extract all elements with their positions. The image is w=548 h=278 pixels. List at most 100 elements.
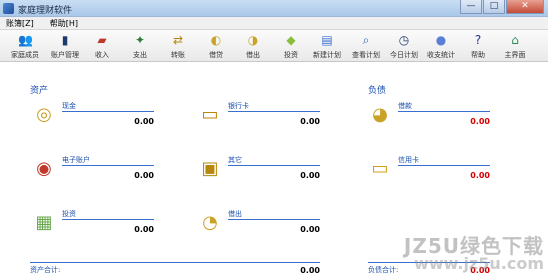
watermark-line2: www.jz5u.com [414, 254, 544, 273]
asset-item[interactable]: ◎ 现金 0.00 [32, 101, 154, 141]
toolbar-button-label: 收入 [95, 51, 109, 59]
toolbar-button-label: 转账 [171, 51, 185, 59]
liability-item-name: 信用卡 [398, 156, 419, 164]
asset-item-name: 投资 [62, 210, 76, 218]
app-icon [3, 3, 14, 14]
assets-heading: 资产 [30, 86, 49, 96]
asset-item-name: 借出 [228, 210, 242, 218]
toolbar-button-3[interactable]: ✦ 支出 [120, 31, 160, 61]
asset-item-name: 其它 [228, 156, 242, 164]
asset-item-name: 电子账户 [62, 156, 90, 164]
toolbar-button-label: 借贷 [209, 51, 223, 59]
toolbar-button-label: 新建计划 [313, 51, 341, 59]
toolbar-button-6[interactable]: ◑ 借出 [233, 31, 273, 61]
asset-item[interactable]: ◔ 借出 0.00 [198, 209, 320, 249]
toolbar-button-13[interactable]: ⌂ 主界面 [495, 31, 535, 61]
toolbar-button-8[interactable]: ▤ 新建计划 [307, 31, 347, 61]
window-controls: — □ ✕ [459, 0, 544, 16]
toolbar-button-label: 投资 [284, 51, 298, 59]
toolbar-button-11[interactable]: ● 收支统计 [421, 31, 461, 61]
liability-item[interactable]: ◕ 借款 0.00 [368, 101, 490, 141]
investment-cash-icon: ▦ [35, 212, 53, 233]
toolbar-button-9[interactable]: ⌕ 查看计划 [346, 31, 386, 61]
toolbar-button-label: 查看计划 [352, 51, 380, 59]
menu-bar: 账簿[Z] 帮助[H] [0, 17, 548, 30]
asset-item-amount: 0.00 [300, 171, 320, 180]
asset-item[interactable]: ◉ 电子账户 0.00 [32, 155, 154, 195]
invest-icon: ◆ [286, 33, 296, 47]
assets-total-line [30, 262, 320, 263]
toolbar-button-4[interactable]: ⇄ 转账 [158, 31, 198, 61]
home-icon: ⌂ [511, 33, 519, 47]
asset-item-underline [62, 111, 154, 112]
asset-item-underline [62, 219, 154, 220]
transfer-icon: ⇄ [172, 33, 184, 47]
liability-item-amount: 0.00 [470, 171, 490, 180]
new-plan-icon: ▤ [321, 33, 333, 47]
asset-item[interactable]: ▦ 投资 0.00 [32, 209, 154, 249]
family-icon: 👥 [18, 33, 33, 47]
menu-help[interactable]: 帮助[H] [50, 18, 78, 29]
statistics-icon: ● [435, 33, 447, 47]
liability-item-underline [398, 111, 490, 112]
asset-item-amount: 0.00 [134, 171, 154, 180]
credit-card-icon: ▭ [371, 158, 389, 179]
minimize-button[interactable]: — [460, 0, 482, 14]
asset-item-underline [62, 165, 154, 166]
toolbar-button-0[interactable]: 👥 家庭成员 [5, 31, 45, 61]
liability-item[interactable]: ▭ 信用卡 0.00 [368, 155, 490, 195]
liability-item-amount: 0.00 [470, 117, 490, 126]
asset-item-amount: 0.00 [134, 225, 154, 234]
toolbar-button-label: 家庭成员 [11, 51, 39, 59]
asset-item-underline [228, 165, 320, 166]
bank-card-icon: ▭ [201, 104, 219, 125]
toolbar-button-label: 收支统计 [427, 51, 455, 59]
assets-total-label: 资产合计: [30, 266, 61, 274]
toolbar-button-label: 今日计划 [390, 51, 418, 59]
title-bar: 家庭理财软件 — □ ✕ [0, 0, 548, 17]
liabilities-heading: 负债 [368, 86, 387, 96]
asset-item-name: 现金 [62, 102, 76, 110]
toolbar-button-label: 帮助 [471, 51, 485, 59]
asset-item-underline [228, 219, 320, 220]
view-plan-icon: ⌕ [362, 33, 370, 47]
close-button[interactable]: ✕ [506, 0, 544, 14]
help-icon: ? [474, 33, 482, 47]
main-panel: 资产 负债 ◎ 现金 0.00 ▭ 银行卡 0.00 ◉ 电子账户 0.00 ▣ 其它 0.00 ▦ 投资… [0, 63, 548, 278]
asset-item[interactable]: ▭ 银行卡 0.00 [198, 101, 320, 141]
toolbar-button-10[interactable]: ◷ 今日计划 [384, 31, 424, 61]
liability-item-name: 借款 [398, 102, 412, 110]
borrow-icon: ◕ [372, 104, 388, 125]
maximize-button[interactable]: □ [483, 0, 505, 14]
coins-icon: ◎ [36, 104, 52, 125]
e-account-icon: ◉ [36, 158, 52, 179]
toolbar-button-5[interactable]: ◐ 借贷 [196, 31, 236, 61]
watermark: JZ5U绿色下载 www.jz5u.com [364, 230, 544, 274]
other-icon: ▣ [201, 158, 219, 179]
wallet-in-icon: ▰ [97, 33, 107, 47]
toolbar: 👥 家庭成员 ▮ 账户管理 ▰ 收入 ✦ 支出 ⇄ 转账 ◐ 借贷 ◑ 借出 ◆ 投资 ▤ 新建计划 ⌕ 查看计划 ◷ 今… [0, 30, 548, 62]
asset-item-amount: 0.00 [134, 117, 154, 126]
asset-item-amount: 0.00 [300, 117, 320, 126]
liability-item-underline [398, 165, 490, 166]
lend-icon: ◑ [247, 33, 259, 47]
toolbar-button-label: 主界面 [504, 51, 526, 59]
loan-icon: ◐ [210, 33, 222, 47]
today-plan-icon: ◷ [398, 33, 410, 47]
asset-item-underline [228, 111, 320, 112]
asset-item-name: 银行卡 [228, 102, 249, 110]
asset-item[interactable]: ▣ 其它 0.00 [198, 155, 320, 195]
assets-total-amount: 0.00 [300, 266, 320, 275]
toolbar-button-2[interactable]: ▰ 收入 [82, 31, 122, 61]
toolbar-button-7[interactable]: ◆ 投资 [271, 31, 311, 61]
toolbar-button-label: 支出 [133, 51, 147, 59]
toolbar-button-12[interactable]: ? 帮助 [458, 31, 498, 61]
menu-ledger[interactable]: 账簿[Z] [6, 18, 34, 29]
window-title: 家庭理财软件 [18, 6, 73, 16]
toolbar-button-1[interactable]: ▮ 账户管理 [45, 31, 85, 61]
account-icon: ▮ [61, 33, 69, 47]
asset-item-amount: 0.00 [300, 225, 320, 234]
lent-out-icon: ◔ [202, 212, 218, 233]
toolbar-button-label: 账户管理 [51, 51, 79, 59]
toolbar-button-label: 借出 [246, 51, 260, 59]
